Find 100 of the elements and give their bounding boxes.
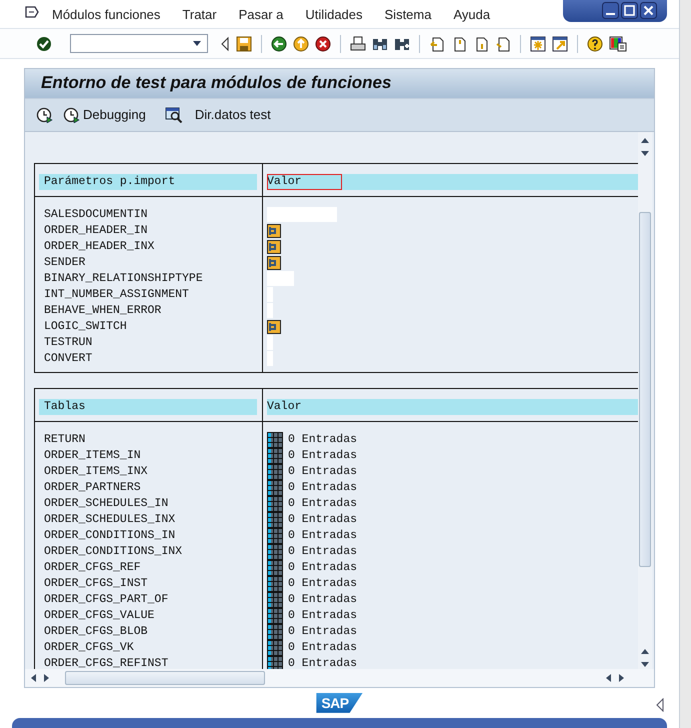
table-icon[interactable] xyxy=(267,576,283,592)
parameter-name: RETURN xyxy=(44,433,86,446)
entry-count: 0 Entradas xyxy=(288,481,358,494)
table-icon[interactable] xyxy=(267,528,283,544)
help-icon[interactable] xyxy=(587,36,603,52)
table-icon[interactable] xyxy=(267,512,283,528)
parameter-name: ORDER_CFGS_REFINST xyxy=(44,657,168,669)
table-icon[interactable] xyxy=(267,640,283,656)
scroll-right-icon[interactable] xyxy=(618,672,626,683)
cancel-icon[interactable] xyxy=(315,36,331,52)
minimize-icon[interactable] xyxy=(602,2,619,18)
last-page-icon[interactable] xyxy=(495,36,511,52)
table-icon[interactable] xyxy=(267,624,283,640)
parameter-name: CONVERT xyxy=(44,352,92,366)
parameter-name: INT_NUMBER_ASSIGNMENT xyxy=(44,288,189,302)
scrollbar-thumb[interactable] xyxy=(639,212,651,567)
back-triangle-icon[interactable] xyxy=(220,36,230,52)
menu-item[interactable]: Sistema xyxy=(372,6,442,22)
maximize-icon[interactable] xyxy=(621,2,638,18)
command-field[interactable] xyxy=(70,34,208,54)
parameter-name: ORDER_SCHEDULES_INX xyxy=(44,513,176,526)
structure-icon[interactable] xyxy=(267,240,281,254)
menu-item[interactable]: Tratar xyxy=(170,6,227,22)
column-header: Parámetros p.import xyxy=(39,174,257,190)
parameter-name: LOGIC_SWITCH xyxy=(44,320,127,334)
input-field[interactable] xyxy=(267,335,273,350)
close-icon[interactable] xyxy=(640,2,657,18)
entry-count: 0 Entradas xyxy=(288,641,358,654)
structure-icon[interactable] xyxy=(267,224,281,238)
input-field[interactable] xyxy=(267,207,337,222)
screen-title: Entorno de test para módulos de funciones xyxy=(41,73,392,94)
structure-icon[interactable] xyxy=(267,320,281,334)
logo: SAP xyxy=(316,692,363,713)
parameter-name: ORDER_PARTNERS xyxy=(44,481,141,494)
parameter-name: TESTRUN xyxy=(44,336,92,350)
entry-count: 0 Entradas xyxy=(288,529,358,542)
table-icon[interactable] xyxy=(267,432,283,448)
check-icon[interactable] xyxy=(36,36,52,52)
parameter-name: ORDER_CFGS_VALUE xyxy=(44,609,154,622)
menu-item[interactable]: Ayuda xyxy=(441,6,500,22)
dropdown-caret-icon[interactable] xyxy=(191,40,203,48)
entry-count: 0 Entradas xyxy=(288,449,358,462)
shortcut-icon[interactable] xyxy=(552,36,568,52)
menu-item[interactable]: Pasar a xyxy=(226,6,294,22)
exit-icon[interactable] xyxy=(293,36,309,52)
parameter-name: ORDER_CFGS_REF xyxy=(44,561,141,574)
scroll-up-icon[interactable] xyxy=(640,136,650,144)
parameter-name: ORDER_CFGS_BLOB xyxy=(44,625,148,638)
scrollbar-thumb[interactable] xyxy=(65,670,265,685)
table-icon[interactable] xyxy=(267,560,283,576)
toolbar-button[interactable]: Debugging xyxy=(63,106,146,123)
parameter-name: ORDER_HEADER_INX xyxy=(44,240,154,254)
back-icon[interactable] xyxy=(271,36,287,52)
print-icon[interactable] xyxy=(350,36,366,52)
scroll-left-icon[interactable] xyxy=(29,672,37,683)
execute-icon[interactable] xyxy=(36,106,54,123)
entry-count: 0 Entradas xyxy=(288,497,358,510)
test-data-icon xyxy=(164,106,183,123)
table-icon[interactable] xyxy=(267,464,283,480)
entry-count: 0 Entradas xyxy=(288,561,358,574)
parameter-name: SENDER xyxy=(44,256,86,270)
table-icon[interactable] xyxy=(267,656,283,669)
parameter-name: BINARY_RELATIONSHIPTYPE xyxy=(44,272,203,286)
table-icon[interactable] xyxy=(267,448,283,464)
column-header: Tablas xyxy=(39,398,257,415)
entry-count: 0 Entradas xyxy=(288,433,358,446)
column-header: Valor xyxy=(267,174,342,190)
menu-item[interactable]: Módulos funciones xyxy=(40,6,170,22)
entry-count: 0 Entradas xyxy=(288,657,358,669)
layout-settings-icon[interactable] xyxy=(609,36,627,52)
collapse-triangle-icon[interactable] xyxy=(655,698,665,712)
new-session-icon[interactable] xyxy=(530,36,546,52)
entry-count: 0 Entradas xyxy=(288,593,358,606)
entry-count: 0 Entradas xyxy=(288,545,358,558)
parameter-name: ORDER_CONDITIONS_IN xyxy=(44,529,176,542)
table-icon[interactable] xyxy=(267,480,283,496)
entry-count: 0 Entradas xyxy=(288,609,358,622)
parameter-name: ORDER_CFGS_VK xyxy=(44,641,134,654)
table-icon[interactable] xyxy=(267,496,283,512)
first-page-icon[interactable] xyxy=(429,36,445,52)
scroll-up-icon[interactable] xyxy=(640,646,650,655)
table-icon[interactable] xyxy=(267,544,283,560)
column-header: Valor xyxy=(267,398,303,415)
table-icon[interactable] xyxy=(267,608,283,624)
entry-count: 0 Entradas xyxy=(288,513,358,526)
entry-count: 0 Entradas xyxy=(288,625,358,638)
parameter-name: ORDER_CONDITIONS_INX xyxy=(44,545,182,558)
structure-icon[interactable] xyxy=(267,256,281,270)
input-field[interactable] xyxy=(267,271,294,286)
scroll-right-icon[interactable] xyxy=(43,672,51,683)
scroll-down-icon[interactable] xyxy=(640,150,650,158)
debug-icon xyxy=(63,106,81,123)
menu-item[interactable]: Utilidades xyxy=(293,6,373,22)
save-icon[interactable] xyxy=(236,36,252,52)
scroll-left-icon[interactable] xyxy=(604,672,612,683)
table-icon[interactable] xyxy=(267,592,283,608)
toolbar-button[interactable]: Dir.datos test xyxy=(164,106,271,123)
parameter-name: ORDER_ITEMS_IN xyxy=(44,449,141,462)
input-field[interactable] xyxy=(267,303,273,318)
menu-icon[interactable] xyxy=(24,5,40,20)
